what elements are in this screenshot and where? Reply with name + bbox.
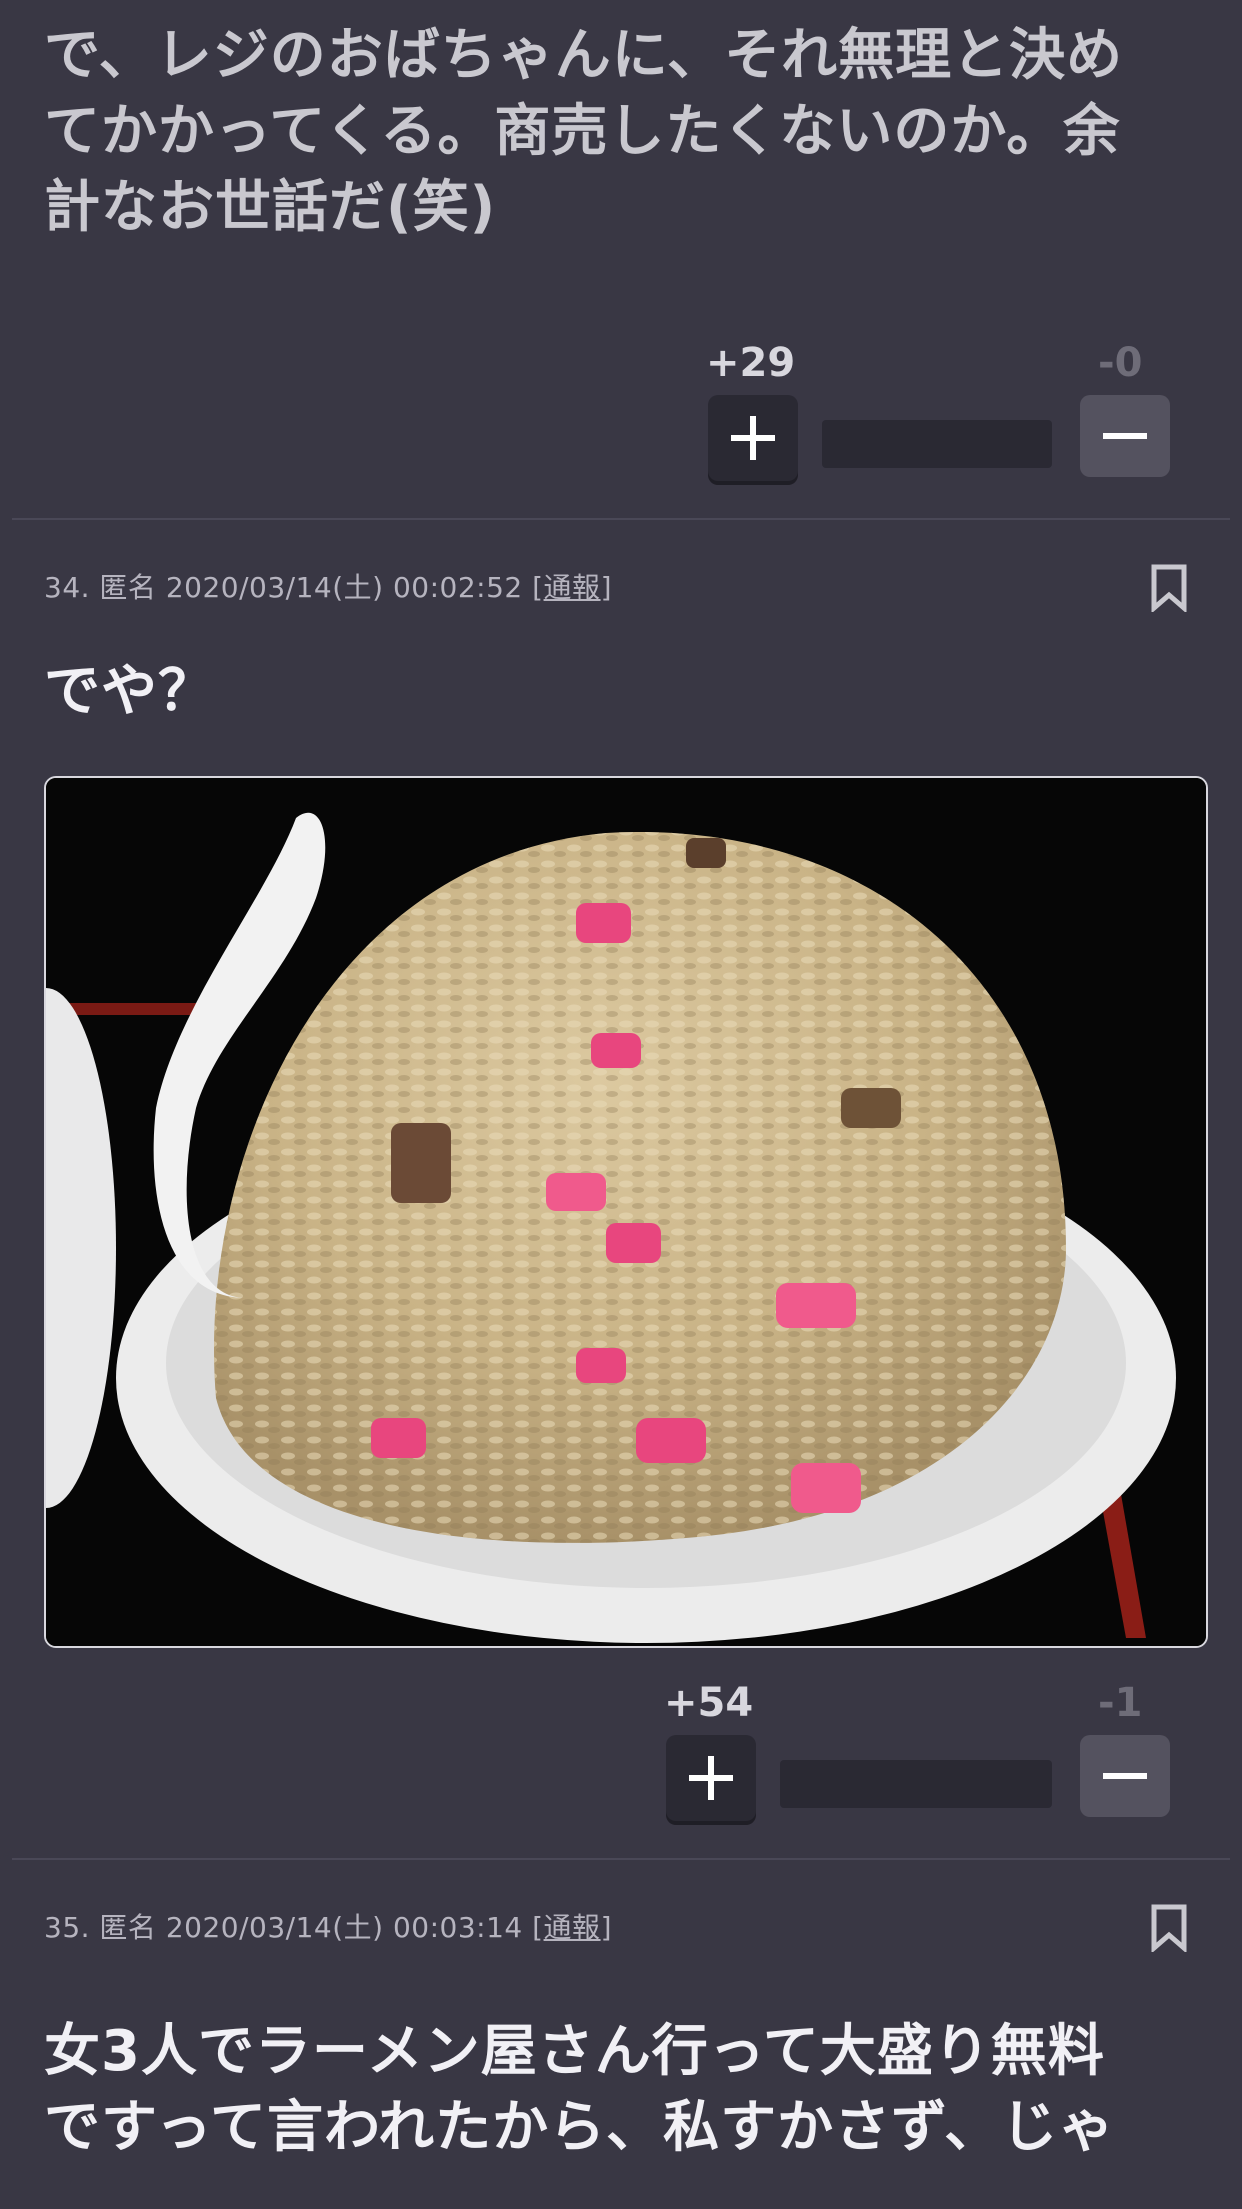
comment-line: 女3人でラーメン屋さん行って大盛り無料: [44, 2019, 1105, 2084]
comment-meta: 35. 匿名 2020/03/14(土) 00:03:14 [通報]: [44, 1906, 612, 1946]
plus-button[interactable]: [708, 395, 798, 481]
divider: [12, 518, 1230, 520]
plus-count: +54: [664, 1680, 754, 1726]
minus-button[interactable]: [1080, 1735, 1170, 1817]
bookmark-icon[interactable]: [1150, 564, 1188, 612]
comment-meta-info: 35. 匿名 2020/03/14(土) 00:03:14 [: [44, 1911, 544, 1944]
comment-meta-close: ]: [600, 571, 612, 604]
comment-line: で、レジのおばちゃんに、それ無理と決め: [44, 23, 1124, 88]
minus-count: -1: [1098, 1680, 1143, 1726]
plus-count: +29: [706, 340, 796, 386]
comment-meta: 34. 匿名 2020/03/14(土) 00:02:52 [通報]: [44, 566, 612, 606]
plus-button[interactable]: [666, 1735, 756, 1821]
vote-bar: [780, 1760, 1052, 1808]
bookmark-icon[interactable]: [1150, 1904, 1188, 1952]
fried-rice-photo: [46, 778, 1206, 1646]
minus-count: -0: [1098, 340, 1143, 386]
comment-body: 女3人でラーメン屋さん行って大盛り無料 ですって言われたから、私すかさず、じゃ: [44, 2014, 1198, 2166]
comment-line: てかかってくる。商売したくないのか。余: [44, 99, 1121, 164]
minus-button[interactable]: [1080, 395, 1170, 477]
report-link[interactable]: 通報: [544, 571, 601, 604]
vote-panel: +54 -1: [0, 1680, 1242, 1821]
vote-panel: +29 -0: [0, 340, 1242, 481]
vote-bar: [822, 420, 1052, 468]
comment-image[interactable]: [44, 776, 1208, 1648]
report-link[interactable]: 通報: [544, 1911, 601, 1944]
comment-meta-close: ]: [600, 1911, 612, 1944]
comment-body: で、レジのおばちゃんに、それ無理と決め てかかってくる。商売したくないのか。余 …: [44, 18, 1198, 246]
thread-page: で、レジのおばちゃんに、それ無理と決め てかかってくる。商売したくないのか。余 …: [0, 0, 1242, 2209]
comment-line: 計なお世話だ(笑): [44, 175, 497, 240]
comment-body: でや？: [44, 659, 215, 724]
divider: [12, 1858, 1230, 1860]
comment-line: ですって言われたから、私すかさず、じゃ: [44, 2095, 1116, 2160]
comment-meta-info: 34. 匿名 2020/03/14(土) 00:02:52 [: [44, 571, 544, 604]
